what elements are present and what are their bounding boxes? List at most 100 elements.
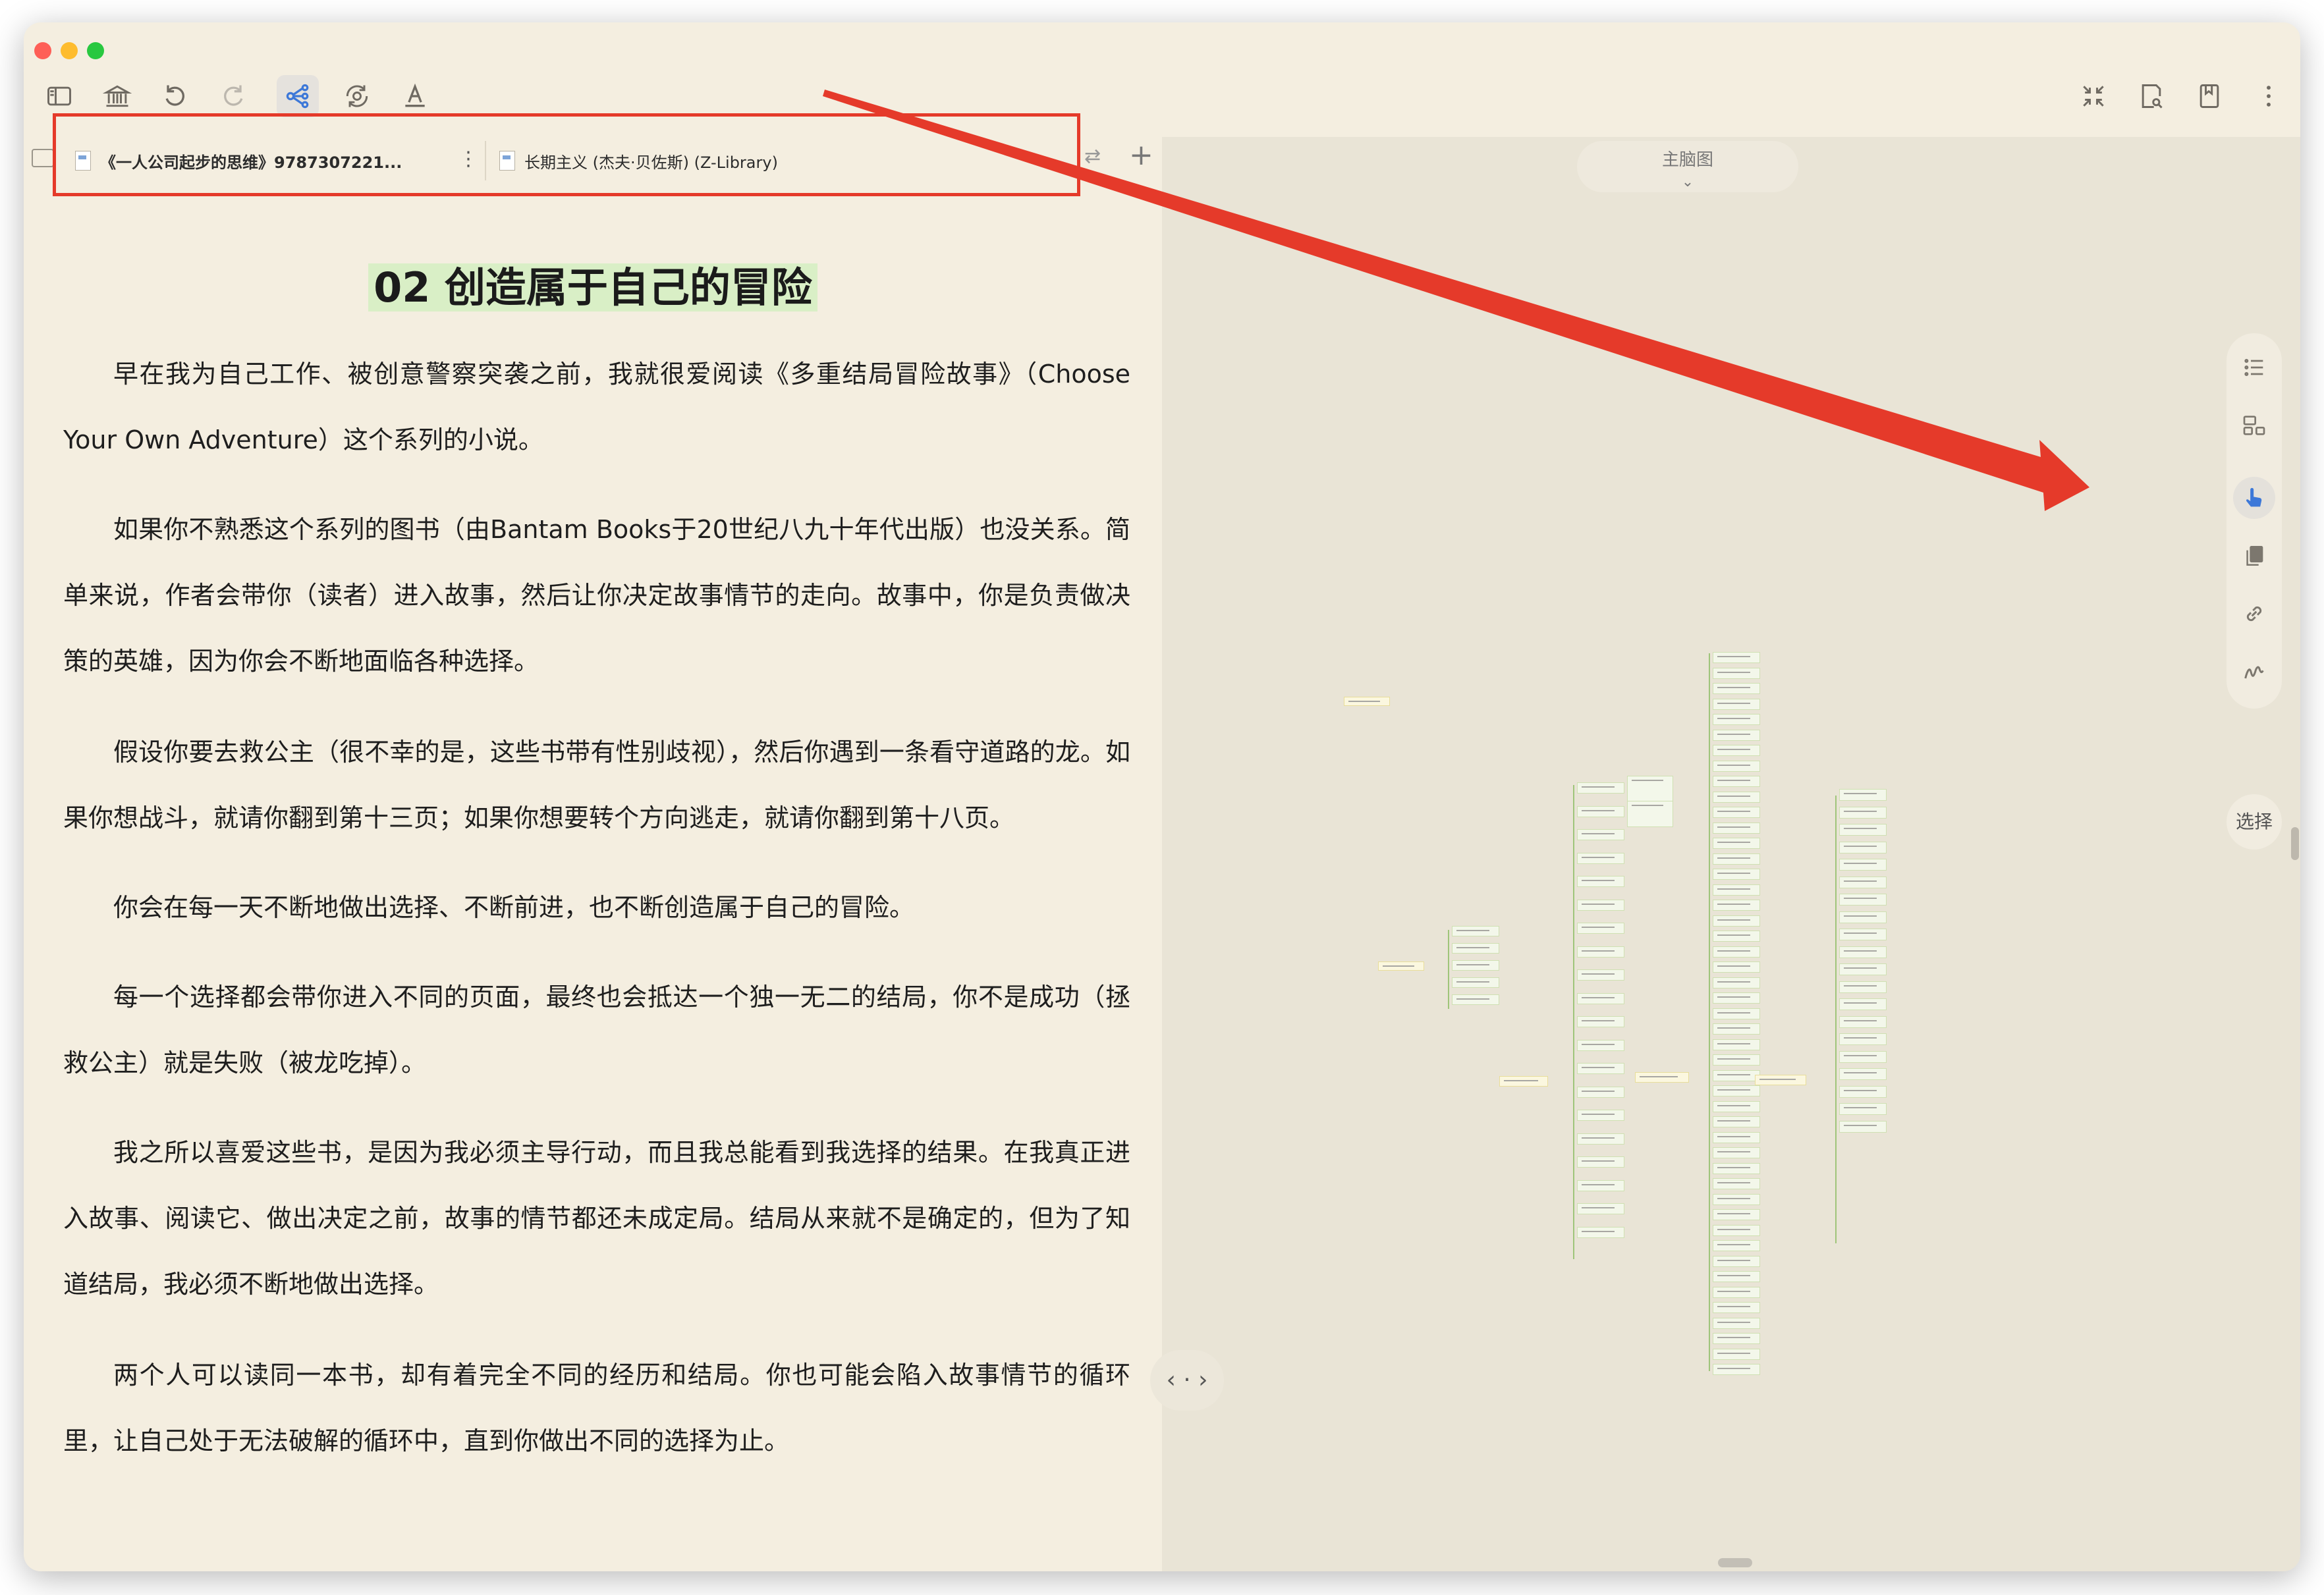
- freehand-button[interactable]: [2233, 651, 2275, 693]
- mindmap-node[interactable]: [1577, 946, 1624, 958]
- mindmap-node[interactable]: [1577, 1016, 1624, 1027]
- mindmap-node[interactable]: [1713, 1085, 1760, 1096]
- select-button[interactable]: 选择: [2227, 794, 2282, 850]
- outline-button[interactable]: [2233, 346, 2275, 389]
- mindmap-node[interactable]: [1713, 1131, 1760, 1143]
- layout-button[interactable]: [2233, 404, 2275, 446]
- mindmap-node[interactable]: [1755, 1075, 1806, 1085]
- mindmap-node[interactable]: [1713, 992, 1760, 1004]
- mindmap-node[interactable]: [1713, 714, 1760, 725]
- mindmap-node[interactable]: [1577, 1133, 1624, 1145]
- mindmap-node[interactable]: [1713, 946, 1760, 958]
- mindmap-node[interactable]: [1713, 869, 1760, 880]
- sidebar-toggle-button[interactable]: [38, 75, 80, 117]
- mindmap-node[interactable]: [1713, 652, 1760, 663]
- vertical-scrollbar[interactable]: [2291, 827, 2299, 860]
- mindmap-node[interactable]: [1713, 853, 1760, 865]
- mindmap-node[interactable]: [1713, 1039, 1760, 1050]
- mindmap-node[interactable]: [1378, 961, 1424, 971]
- mindmap-node[interactable]: [1577, 1063, 1624, 1074]
- mindmap-node[interactable]: [1839, 859, 1887, 871]
- mindmap-node[interactable]: [1499, 1076, 1548, 1087]
- mindmap-node[interactable]: [1713, 791, 1760, 803]
- mindmap-node[interactable]: [1713, 1100, 1760, 1112]
- mindmap-node[interactable]: [1713, 1333, 1760, 1344]
- mindmap-node[interactable]: [1713, 1286, 1760, 1298]
- mindmap-node[interactable]: [1839, 1015, 1887, 1028]
- mindmap-node[interactable]: [1713, 1317, 1760, 1329]
- mindmap-canvas[interactable]: [1162, 137, 2300, 1571]
- mindmap-node[interactable]: [1713, 1023, 1760, 1035]
- library-button[interactable]: [96, 75, 138, 117]
- mindmap-button[interactable]: [277, 75, 319, 117]
- mindmap-node[interactable]: [1713, 1178, 1760, 1189]
- mindmap-node[interactable]: [1713, 1271, 1760, 1282]
- collapse-button[interactable]: [2072, 75, 2115, 117]
- mindmap-node[interactable]: [1713, 1054, 1760, 1066]
- mindmap-node[interactable]: [1577, 969, 1624, 981]
- bookmark-button[interactable]: [2188, 75, 2230, 117]
- close-window-button[interactable]: [34, 42, 51, 59]
- mindmap-node[interactable]: [1577, 1039, 1624, 1051]
- mindmap-node[interactable]: [1839, 1050, 1887, 1063]
- mindmap-node[interactable]: [1839, 806, 1887, 819]
- mindmap-node[interactable]: [1713, 1209, 1760, 1220]
- mindmap-node[interactable]: [1839, 1120, 1887, 1133]
- mindmap-node[interactable]: [1713, 1255, 1760, 1267]
- undo-button[interactable]: [154, 75, 196, 117]
- mindmap-node[interactable]: [1713, 1348, 1760, 1360]
- mindmap-node[interactable]: [1627, 801, 1673, 827]
- mindmap-node[interactable]: [1713, 1364, 1760, 1375]
- mindmap-node[interactable]: [1839, 946, 1887, 958]
- mindmap-node[interactable]: [1839, 911, 1887, 923]
- mindmap-node[interactable]: [1713, 698, 1760, 710]
- mindmap-node[interactable]: [1839, 894, 1887, 906]
- mindmap-node[interactable]: [1839, 789, 1887, 801]
- mindmap-node[interactable]: [1839, 824, 1887, 836]
- mindmap-node[interactable]: [1713, 776, 1760, 787]
- page-nav-arrows[interactable]: ‹ · ›: [1150, 1350, 1224, 1411]
- mindmap-node[interactable]: [1713, 1193, 1760, 1205]
- mindmap-node[interactable]: [1713, 822, 1760, 834]
- mindmap-node[interactable]: [1713, 729, 1760, 741]
- more-menu-button[interactable]: [2248, 75, 2290, 117]
- mindmap-node[interactable]: [1839, 1033, 1887, 1045]
- mindmap-node[interactable]: [1713, 1302, 1760, 1313]
- mindmap-node[interactable]: [1577, 1156, 1624, 1168]
- mindmap-node[interactable]: [1713, 1162, 1760, 1174]
- pointer-button[interactable]: [2233, 477, 2275, 519]
- mindmap-node[interactable]: [1839, 981, 1887, 993]
- mindmap-node[interactable]: [1713, 1116, 1760, 1127]
- link-button[interactable]: [2233, 593, 2275, 635]
- add-tab-button[interactable]: +: [1129, 141, 1153, 170]
- mindmap-node[interactable]: [1713, 931, 1760, 942]
- sync-button[interactable]: [336, 75, 378, 117]
- mindmap-node[interactable]: [1713, 760, 1760, 772]
- redo-button[interactable]: [212, 75, 254, 117]
- tab-sidebar-icon[interactable]: [32, 149, 54, 167]
- zoom-window-button[interactable]: [87, 42, 104, 59]
- mindmap-node[interactable]: [1839, 841, 1887, 853]
- mindmap-node[interactable]: [1713, 915, 1760, 927]
- mindmap-node[interactable]: [1713, 1240, 1760, 1251]
- swap-tabs-icon[interactable]: ⇄: [1084, 145, 1101, 168]
- copy-button[interactable]: [2233, 535, 2275, 577]
- mindmap-node[interactable]: [1839, 876, 1887, 888]
- mindmap-node[interactable]: [1577, 992, 1624, 1004]
- mindmap-node[interactable]: [1713, 961, 1760, 973]
- mindmap-node[interactable]: [1577, 1203, 1624, 1214]
- mindmap-node[interactable]: [1839, 998, 1887, 1010]
- mindmap-node[interactable]: [1713, 1224, 1760, 1236]
- minimize-window-button[interactable]: [61, 42, 78, 59]
- mindmap-node[interactable]: [1452, 994, 1499, 1005]
- mindmap-node[interactable]: [1577, 829, 1624, 840]
- mindmap-node[interactable]: [1452, 926, 1499, 936]
- mindmap-node[interactable]: [1713, 1069, 1760, 1081]
- mindmap-node[interactable]: [1577, 852, 1624, 864]
- mindmap-node[interactable]: [1452, 977, 1499, 988]
- mindmap-node[interactable]: [1577, 1226, 1624, 1238]
- mindmap-node[interactable]: [1577, 876, 1624, 887]
- mindmap-node[interactable]: [1713, 667, 1760, 679]
- mindmap-node[interactable]: [1713, 683, 1760, 694]
- mindmap-node[interactable]: [1713, 807, 1760, 818]
